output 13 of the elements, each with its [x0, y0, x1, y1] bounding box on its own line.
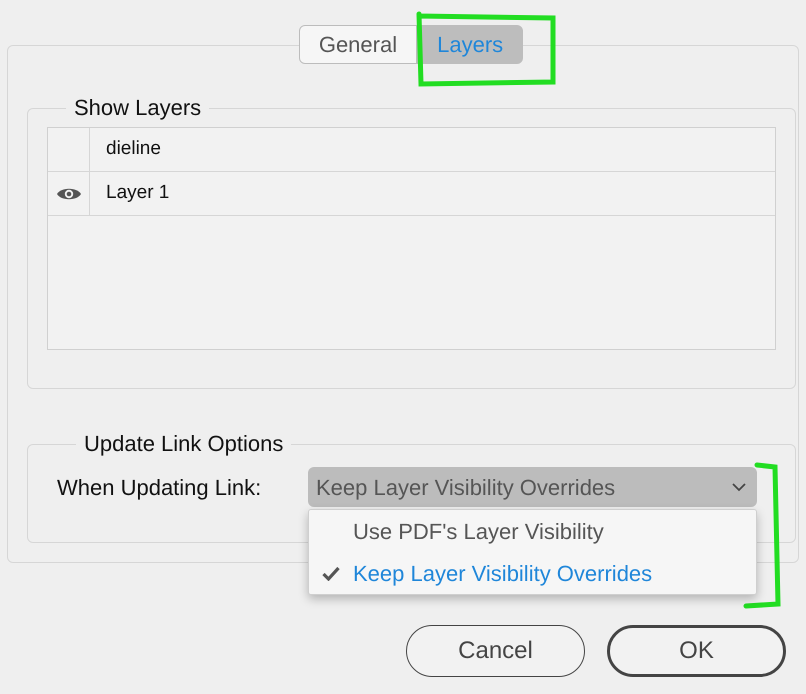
checkmark-icon — [322, 566, 340, 580]
group-title: Update Link Options — [83, 431, 284, 457]
cancel-button[interactable]: Cancel — [406, 625, 585, 677]
field-label: When Updating Link: — [57, 474, 262, 502]
chevron-down-icon — [731, 482, 747, 492]
ok-button[interactable]: OK — [607, 625, 786, 677]
tab[interactable]: General — [298, 25, 418, 64]
menu-item[interactable]: Use PDF's Layer Visibility — [309, 510, 756, 552]
group-title: Show Layers — [73, 95, 202, 121]
layer-name[interactable]: Layer 1 — [90, 179, 170, 208]
menu-item[interactable]: Keep Layer Visibility Overrides — [309, 552, 756, 594]
layer-name[interactable]: dieline — [90, 135, 161, 164]
dropdown-select[interactable]: Keep Layer Visibility Overrides — [308, 467, 757, 507]
